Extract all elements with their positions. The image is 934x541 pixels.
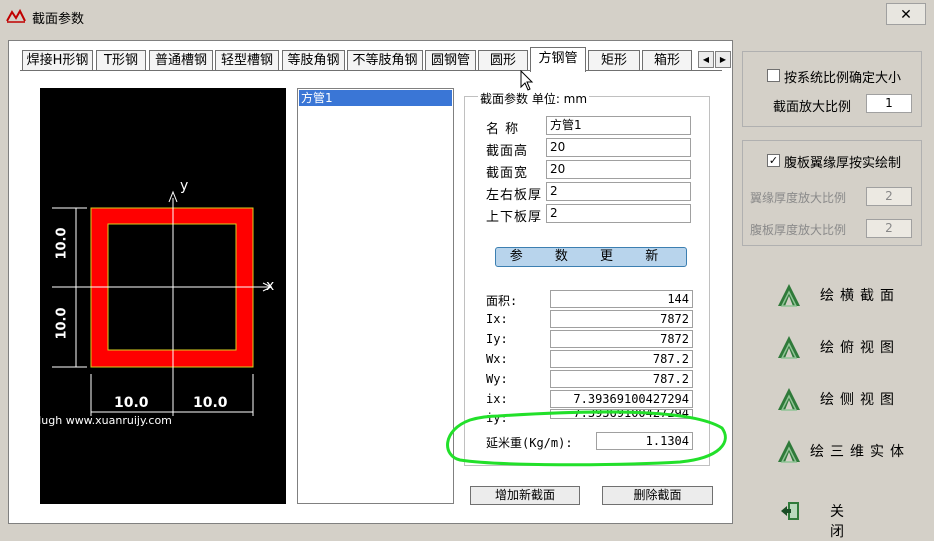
list-item[interactable]: 方管1 — [299, 90, 452, 106]
ix-inertia-value: 7872 — [550, 310, 693, 328]
tab-round[interactable]: 圆形 — [478, 50, 528, 70]
iy-inertia-label: Iy: — [486, 332, 508, 346]
tab-round-tube[interactable]: 圆钢管 — [425, 50, 476, 70]
wy-modulus-label: Wy: — [486, 372, 508, 386]
dim-bottom-right: 10.0 — [193, 395, 228, 411]
tab-t-steel[interactable]: T形钢 — [96, 50, 146, 70]
draw-cross-section-button[interactable]: 绘横截面 — [772, 280, 912, 310]
real-thickness-label: 腹板翼缘厚按实绘制 — [784, 156, 902, 171]
draw-3d-solid-label: 绘三维实体 — [810, 444, 910, 460]
top-bottom-thickness-label: 上下板厚 — [486, 210, 543, 225]
flange-scale-label: 翼缘厚度放大比例 — [750, 191, 847, 205]
tab-welded-h[interactable]: 焊接H形钢 — [22, 50, 93, 70]
tab-channel[interactable]: 普通槽钢 — [149, 50, 213, 70]
height-field[interactable]: 20 — [546, 138, 691, 157]
draw-top-view-button[interactable]: 绘俯视图 — [772, 332, 912, 362]
dim-bottom-left: 10.0 — [114, 395, 149, 411]
dim-left-bottom: 10.0 — [54, 307, 70, 340]
web-scale-input[interactable]: 2 — [866, 219, 912, 238]
add-section-button[interactable]: 增加新截面 — [470, 486, 580, 505]
exit-door-icon — [781, 502, 799, 520]
height-label: 截面高 — [486, 144, 529, 159]
scale-label: 截面放大比例 — [773, 100, 852, 115]
system-scale-label: 按系统比例确定大小 — [784, 71, 902, 86]
ix-radius-value: 7.39369100427294 — [550, 390, 693, 408]
web-scale-label: 腹板厚度放大比例 — [750, 223, 847, 237]
draw-logo-icon — [778, 440, 800, 463]
app-icon — [6, 8, 26, 23]
close-dialog-button[interactable]: 关 闭 — [772, 498, 912, 540]
tab-scroll-left-icon[interactable]: ◀ — [698, 51, 714, 68]
dim-left-top: 10.0 — [54, 227, 70, 260]
area-value: 144 — [550, 290, 693, 308]
name-field[interactable]: 方管1 — [546, 116, 691, 135]
tab-light-channel[interactable]: 轻型槽钢 — [215, 50, 279, 70]
draw-logo-icon — [778, 284, 800, 307]
section-drawing — [52, 190, 273, 416]
draw-3d-solid-button[interactable]: 绘三维实体 — [772, 436, 922, 466]
section-preview-canvas: y x 10.0 10.0 10.0 10.0 — [40, 88, 286, 504]
draw-side-view-label: 绘侧视图 — [820, 392, 900, 408]
side-thickness-label: 左右板厚 — [486, 188, 543, 203]
tab-square-tube[interactable]: 方钢管 — [530, 47, 586, 72]
tab-divider — [20, 70, 722, 71]
watermark-text: Hugh www.xuanruijy.com — [33, 414, 172, 427]
side-thickness-field[interactable]: 2 — [546, 182, 691, 201]
wx-modulus-label: Wx: — [486, 352, 508, 366]
wx-modulus-value: 787.2 — [550, 350, 693, 368]
section-list[interactable] — [297, 88, 454, 504]
top-bottom-thickness-field[interactable]: 2 — [546, 204, 691, 223]
area-label: 面积: — [486, 294, 518, 308]
close-dialog-label: 关 闭 — [830, 504, 862, 540]
iy-inertia-value: 7872 — [550, 330, 693, 348]
delete-section-button[interactable]: 删除截面 — [602, 486, 713, 505]
draw-logo-icon — [778, 336, 800, 359]
x-axis-label: x — [266, 278, 275, 294]
update-params-button[interactable]: 参 数 更 新 — [495, 247, 687, 267]
window-title: 截面参数 — [32, 12, 85, 27]
draw-side-view-button[interactable]: 绘侧视图 — [772, 384, 912, 414]
mouse-cursor-icon — [520, 70, 534, 91]
highlight-annotation — [446, 410, 727, 467]
window-close-button[interactable]: ✕ — [886, 3, 926, 25]
draw-logo-icon — [778, 388, 800, 411]
title-bar — [0, 0, 934, 32]
tab-unequal-angle[interactable]: 不等肢角钢 — [347, 50, 423, 70]
draw-cross-section-label: 绘横截面 — [820, 288, 900, 304]
width-label: 截面宽 — [486, 166, 529, 181]
params-title: 截面参数 单位: mm — [478, 90, 590, 107]
tab-rectangle[interactable]: 矩形 — [588, 50, 640, 70]
tab-scroll-right-icon[interactable]: ▶ — [715, 51, 731, 68]
ix-inertia-label: Ix: — [486, 312, 508, 326]
scale-input[interactable]: 1 — [866, 94, 912, 113]
flange-scale-input[interactable]: 2 — [866, 187, 912, 206]
system-scale-checkbox[interactable] — [767, 69, 780, 82]
tab-equal-angle[interactable]: 等肢角钢 — [282, 50, 345, 70]
tab-box[interactable]: 箱形 — [642, 50, 692, 70]
ix-radius-label: ix: — [486, 392, 508, 406]
real-thickness-checkbox[interactable]: ✓ — [767, 154, 780, 167]
width-field[interactable]: 20 — [546, 160, 691, 179]
y-axis-label: y — [180, 178, 189, 194]
wy-modulus-value: 787.2 — [550, 370, 693, 388]
draw-top-view-label: 绘俯视图 — [820, 340, 900, 356]
scale-group — [742, 51, 922, 127]
name-label: 名 称 — [486, 122, 520, 137]
